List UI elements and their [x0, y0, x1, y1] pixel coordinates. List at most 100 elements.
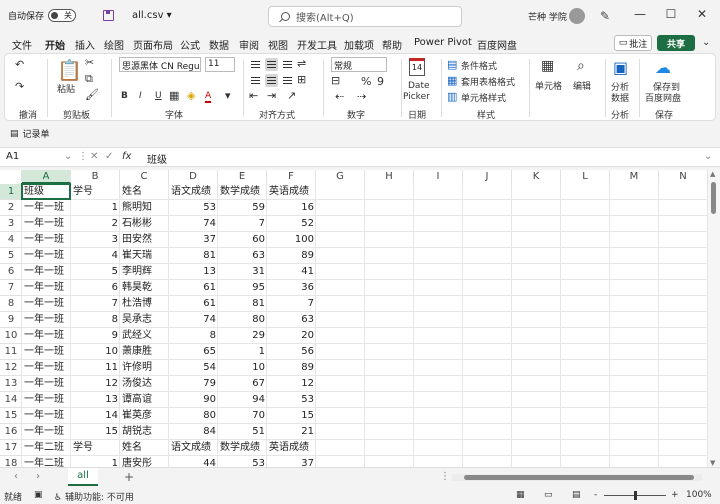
column-header-A[interactable]: A: [22, 170, 71, 184]
cell-D6[interactable]: 13: [169, 264, 218, 280]
cell-C4[interactable]: 田安然: [120, 232, 169, 248]
column-header-K[interactable]: K: [512, 170, 561, 184]
row-header-15[interactable]: 15: [0, 408, 22, 424]
cell-F4[interactable]: 100: [267, 232, 316, 248]
tab-formulas[interactable]: 公式: [180, 37, 200, 52]
cell-E6[interactable]: 31: [218, 264, 267, 280]
zoom-out-button[interactable]: -: [594, 490, 597, 500]
number-format-select[interactable]: 常规: [331, 57, 387, 72]
bold-button[interactable]: B: [121, 91, 128, 101]
cell-A15[interactable]: 一年一班: [22, 408, 71, 424]
conditional-format-icon[interactable]: ▤: [447, 58, 457, 71]
cell-F15[interactable]: 15: [267, 408, 316, 424]
row-header-16[interactable]: 16: [0, 424, 22, 440]
tab-baidu[interactable]: 百度网盘: [477, 37, 517, 52]
cell-E16[interactable]: 51: [218, 424, 267, 440]
save-label-2[interactable]: 百度网盘: [645, 91, 681, 104]
row-header-9[interactable]: 9: [0, 312, 22, 328]
page-layout-view-icon[interactable]: ▭: [544, 490, 553, 500]
cell-D2[interactable]: 53: [169, 200, 218, 216]
cell-C5[interactable]: 崔天瑞: [120, 248, 169, 264]
horizontal-scrollbar[interactable]: [452, 474, 702, 481]
name-box[interactable]: A1: [2, 150, 72, 165]
cell-C13[interactable]: 汤俊达: [120, 376, 169, 392]
column-header-B[interactable]: B: [71, 170, 120, 184]
filename[interactable]: all.csv ▾: [132, 10, 172, 21]
cell-D16[interactable]: 84: [169, 424, 218, 440]
row-header-2[interactable]: 2: [0, 200, 22, 216]
cell-A6[interactable]: 一年一班: [22, 264, 71, 280]
cell-F14[interactable]: 53: [267, 392, 316, 408]
cell-B10[interactable]: 9: [71, 328, 120, 344]
tab-power-pivot[interactable]: Power Pivot: [414, 37, 472, 48]
cell-E17[interactable]: 数学成绩: [218, 440, 267, 456]
paste-label[interactable]: 粘贴: [57, 82, 75, 95]
hscroll-split-icon[interactable]: ⋮: [440, 471, 450, 482]
close-button[interactable]: ✕: [694, 7, 710, 21]
cell-D1[interactable]: 语文成绩: [169, 184, 218, 200]
cell-D5[interactable]: 81: [169, 248, 218, 264]
cell-C11[interactable]: 萧康胜: [120, 344, 169, 360]
analyze-label-2[interactable]: 数据: [611, 91, 629, 104]
cell-E9[interactable]: 80: [218, 312, 267, 328]
cell-C18[interactable]: 唐安彤: [120, 456, 169, 467]
row-header-6[interactable]: 6: [0, 264, 22, 280]
cell-D11[interactable]: 65: [169, 344, 218, 360]
column-header-C[interactable]: C: [120, 170, 169, 184]
accessibility-status[interactable]: ♿ 辅助功能: 不可用: [54, 490, 134, 503]
cell-F9[interactable]: 63: [267, 312, 316, 328]
cell-D17[interactable]: 语文成绩: [169, 440, 218, 456]
column-header-L[interactable]: L: [561, 170, 610, 184]
cell-D12[interactable]: 54: [169, 360, 218, 376]
cell-E18[interactable]: 53: [218, 456, 267, 467]
cell-E5[interactable]: 63: [218, 248, 267, 264]
cell-A11[interactable]: 一年一班: [22, 344, 71, 360]
zoom-slider-knob[interactable]: [634, 491, 637, 500]
cell-E2[interactable]: 59: [218, 200, 267, 216]
comma-button[interactable]: 9: [377, 75, 384, 88]
format-painter-icon[interactable]: 🖌: [85, 88, 99, 101]
user-name[interactable]: 芒种 学院: [528, 10, 567, 23]
align-top-icon[interactable]: [249, 58, 262, 71]
cell-E4[interactable]: 60: [218, 232, 267, 248]
cell-F1[interactable]: 英语成绩: [267, 184, 316, 200]
cell-F13[interactable]: 12: [267, 376, 316, 392]
increase-decimal-icon[interactable]: ⇠: [335, 90, 344, 103]
merge-icon[interactable]: ⊞: [297, 73, 306, 86]
italic-button[interactable]: I: [139, 91, 142, 101]
cell-C1[interactable]: 姓名: [120, 184, 169, 200]
cell-A3[interactable]: 一年一班: [22, 216, 71, 232]
column-header-F[interactable]: F: [267, 170, 316, 184]
cells-button[interactable]: 单元格: [535, 79, 562, 92]
tab-review[interactable]: 审阅: [239, 37, 259, 52]
cell-C7[interactable]: 韩昊乾: [120, 280, 169, 296]
wrap-icon[interactable]: ⇌: [297, 57, 306, 70]
copy-icon[interactable]: ⧉: [85, 72, 93, 86]
fill-color-icon[interactable]: ◈: [187, 89, 195, 102]
orientation-icon[interactable]: ↗: [287, 89, 296, 102]
cell-A12[interactable]: 一年一班: [22, 360, 71, 376]
cell-B2[interactable]: 1: [71, 200, 120, 216]
namebox-dropdown-icon[interactable]: ⌄: [64, 151, 72, 162]
cell-A13[interactable]: 一年一班: [22, 376, 71, 392]
cell-B8[interactable]: 7: [71, 296, 120, 312]
row-header-5[interactable]: 5: [0, 248, 22, 264]
cell-D8[interactable]: 61: [169, 296, 218, 312]
font-size-select[interactable]: 11: [205, 57, 235, 72]
cell-E10[interactable]: 29: [218, 328, 267, 344]
zoom-level[interactable]: 100%: [686, 490, 712, 500]
cell-B7[interactable]: 6: [71, 280, 120, 296]
comment-button[interactable]: ▭ 批注: [614, 35, 652, 51]
cell-A14[interactable]: 一年一班: [22, 392, 71, 408]
cell-D13[interactable]: 79: [169, 376, 218, 392]
insert-function-icon[interactable]: fx: [122, 151, 131, 162]
cell-B12[interactable]: 11: [71, 360, 120, 376]
font-name-select[interactable]: 思源黑体 CN Regula: [119, 57, 201, 72]
column-header-D[interactable]: D: [169, 170, 218, 184]
avatar[interactable]: [569, 8, 585, 24]
cell-A16[interactable]: 一年一班: [22, 424, 71, 440]
column-header-H[interactable]: H: [365, 170, 414, 184]
cell-C17[interactable]: 姓名: [120, 440, 169, 456]
normal-view-icon[interactable]: ▦: [516, 490, 525, 500]
expand-formula-icon[interactable]: ⌄: [704, 151, 712, 162]
